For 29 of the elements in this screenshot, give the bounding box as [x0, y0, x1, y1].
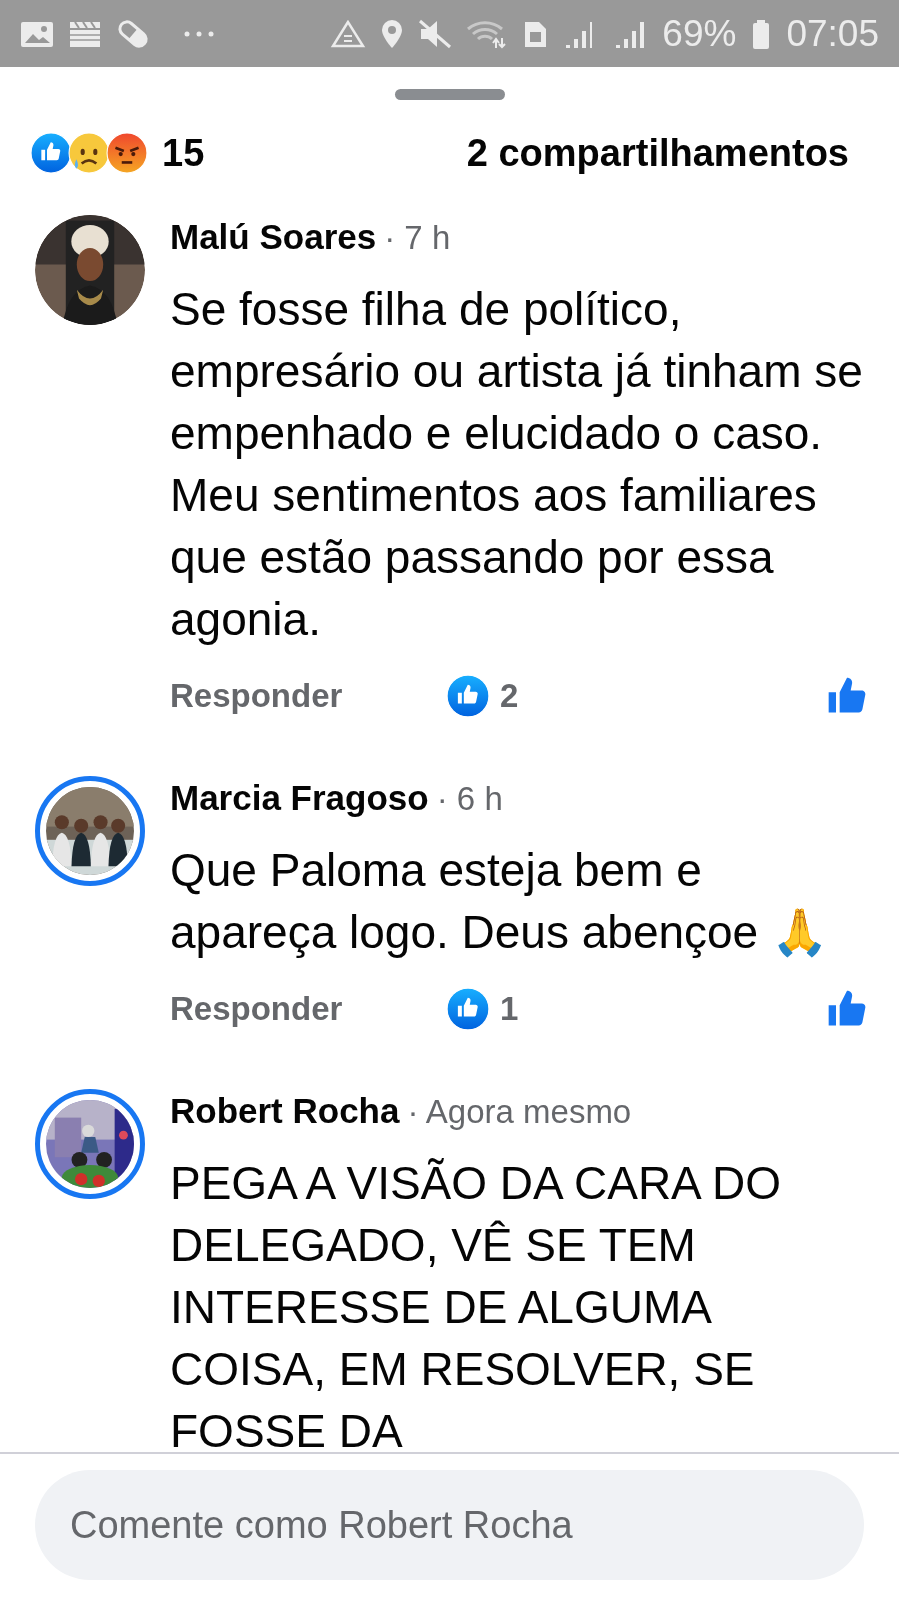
- clock-time: 07:05: [786, 12, 879, 55]
- battery-percent: 69%: [662, 12, 737, 55]
- mute-icon: [418, 18, 453, 49]
- more-icon: [184, 30, 214, 37]
- comment-text: Que Paloma esteja bem e apareça logo. Deus abençoe 🙏: [170, 843, 829, 960]
- like-icon: [446, 987, 490, 1031]
- comment-time: · Agora mesmo: [407, 1093, 632, 1130]
- author-name[interactable]: Malú Soares: [170, 217, 377, 256]
- drag-handle[interactable]: [394, 89, 505, 100]
- reaction-count[interactable]: 15: [162, 131, 205, 175]
- author-name[interactable]: Robert Rocha: [170, 1091, 400, 1130]
- reply-link[interactable]: Responder: [170, 990, 446, 1028]
- angry-face-icon: [106, 132, 148, 174]
- reply-link[interactable]: Responder: [170, 677, 446, 715]
- like-icon: [30, 132, 72, 174]
- comment-text: PEGA A VISÃO DA CARA DO DELEGADO, VÊ SE TEM INTERESSE DE ALGUMA COISA, EM RESOLVER, SE FOSSE DA: [170, 1156, 783, 1452]
- comment-time: · 6 h: [436, 780, 503, 817]
- pill-icon: [116, 18, 150, 49]
- wifi-icon: [466, 18, 509, 49]
- like-count[interactable]: 1: [500, 990, 519, 1028]
- share-count[interactable]: 2 compartilhamentos: [466, 131, 849, 175]
- author-name[interactable]: Marcia Fragoso: [170, 778, 429, 817]
- like-count[interactable]: 2: [500, 677, 519, 715]
- sad-face-icon: [68, 132, 110, 174]
- location-icon: [380, 18, 405, 49]
- like-icon: [446, 674, 490, 718]
- comment-field[interactable]: Comente como Robert Rocha: [35, 1470, 864, 1580]
- comment-text: Se fosse filha de político, empresário ou artista já tinham se empenhado e elucidado o caso. Meu sentimentos aos familiares que estão passando por essa agonia.: [170, 282, 864, 647]
- comment-time: · 7 h: [384, 219, 451, 256]
